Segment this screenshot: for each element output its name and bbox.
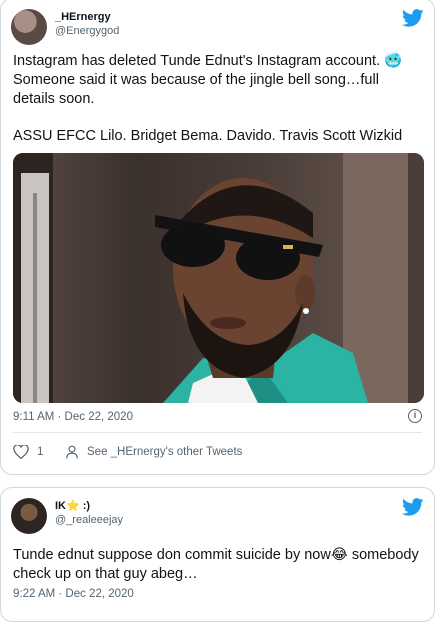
see-other-tweets-label: See _HErnergy's other Tweets xyxy=(87,446,243,458)
like-button[interactable]: 1 xyxy=(13,445,43,459)
tweet-timestamp[interactable]: 9:22 AM · Dec 22, 2020 xyxy=(13,588,134,600)
tweet-tags: ASSU EFCC Lilo. Bridget Bema. Davido. Tr… xyxy=(13,128,403,144)
avatar[interactable] xyxy=(11,498,47,534)
tweet-text: Instagram has deleted Tunde Ednut's Inst… xyxy=(13,53,403,107)
twitter-bird-icon[interactable] xyxy=(402,9,424,27)
heart-icon xyxy=(13,445,29,459)
twitter-bird-icon[interactable] xyxy=(402,498,424,516)
tweet-photo[interactable] xyxy=(13,153,424,403)
tweet-card[interactable]: IK⭐ :) @_realeeejay Tunde ednut suppose … xyxy=(0,487,435,622)
display-name[interactable]: IK⭐ :) xyxy=(55,500,123,513)
person-icon xyxy=(66,445,78,459)
like-count: 1 xyxy=(37,446,44,458)
user-handle[interactable]: @Energygod xyxy=(55,24,119,38)
divider xyxy=(13,432,422,433)
see-other-tweets-link[interactable]: See _HErnergy's other Tweets xyxy=(65,445,242,459)
avatar[interactable] xyxy=(11,9,47,45)
tweet-timestamp[interactable]: 9:11 AM · Dec 22, 2020 xyxy=(13,411,133,423)
info-icon[interactable]: i xyxy=(408,409,422,423)
tweet-text: Tunde ednut suppose don commit suicide b… xyxy=(13,547,419,582)
display-name[interactable]: _HErnergy xyxy=(55,11,119,24)
user-handle[interactable]: @_realeeejay xyxy=(55,513,123,527)
photo-man-sunglasses xyxy=(13,153,424,403)
tweet-card[interactable]: _HErnergy @Energygod Instagram has delet… xyxy=(0,0,435,475)
